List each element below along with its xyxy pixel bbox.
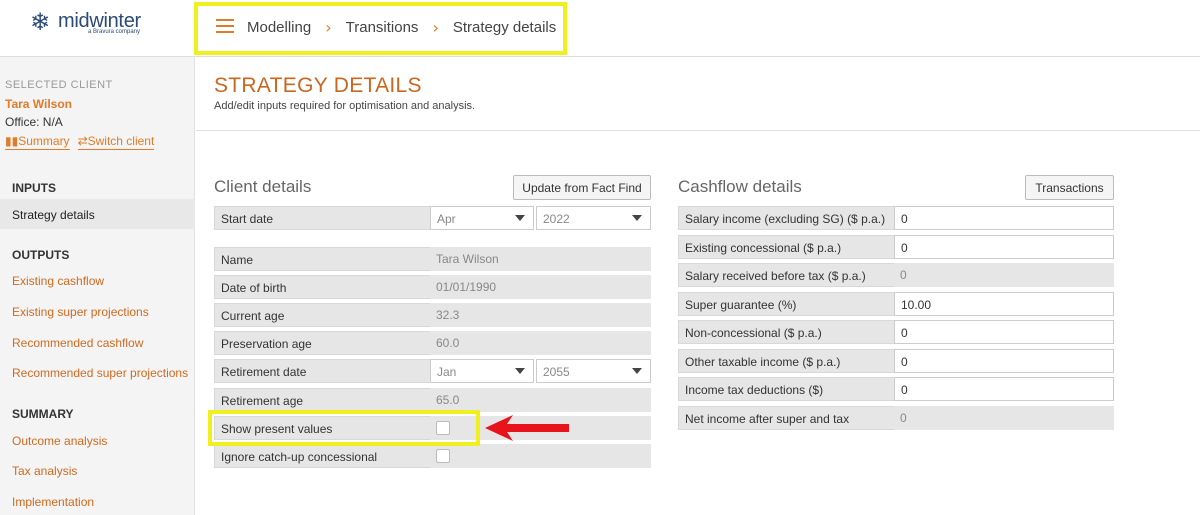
breadcrumb-strategy-details[interactable]: Strategy details — [453, 19, 556, 36]
retirement-date-month-select[interactable]: Jan — [430, 359, 534, 383]
retirement-age-value: 65.0 — [430, 388, 651, 412]
sidebar-item-implementation[interactable]: Implementation — [12, 495, 94, 509]
cashflow-row-label: Salary received before tax ($ p.a.) — [678, 263, 895, 287]
cashflow-row-input[interactable]: 0 — [894, 206, 1114, 230]
name-label: Name — [214, 247, 431, 271]
ignore-catchup-cell — [430, 444, 651, 468]
cashflow-row-label: Super guarantee (%) — [678, 292, 895, 316]
breadcrumb-modelling[interactable]: Modelling — [247, 19, 311, 36]
book-icon: ▮▮ — [5, 134, 19, 148]
cashflow-row-input[interactable]: 0 — [894, 349, 1114, 373]
breadcrumb-highlight: Modelling › Transitions › Strategy detai… — [194, 2, 567, 55]
sidebar: SELECTED CLIENT Tara Wilson Office: N/A … — [0, 57, 195, 515]
start-date-year-select[interactable]: 2022 — [536, 206, 651, 230]
app-header: ❄ midwinter a Bravura company Modelling … — [0, 0, 1200, 57]
inputs-heading: INPUTS — [12, 181, 57, 195]
cashflow-row-label: Existing concessional ($ p.a.) — [678, 235, 895, 259]
breadcrumb-transitions[interactable]: Transitions — [346, 19, 419, 36]
ignore-catchup-label: Ignore catch-up concessional — [214, 444, 431, 468]
outputs-heading: OUTPUTS — [12, 248, 70, 262]
name-value: Tara Wilson — [430, 247, 651, 271]
logo-tagline: a Bravura company — [88, 29, 141, 35]
sidebar-item-recommended-cashflow[interactable]: Recommended cashflow — [12, 336, 143, 350]
sidebar-item-existing-cashflow[interactable]: Existing cashflow — [12, 274, 104, 288]
client-office: Office: N/A — [5, 115, 63, 129]
cashflow-row-value: 0 — [894, 406, 1114, 430]
chevron-right-icon: › — [325, 18, 332, 37]
sidebar-item-tax-analysis[interactable]: Tax analysis — [12, 464, 77, 478]
client-name: Tara Wilson — [5, 97, 73, 111]
cashflow-row-label: Other taxable income ($ p.a.) — [678, 349, 895, 373]
cashflow-row-label: Income tax deductions ($) — [678, 377, 895, 401]
annotation-highlight-box — [208, 410, 480, 446]
current-age-label: Current age — [214, 303, 431, 327]
snowflake-icon: ❄ — [30, 8, 51, 36]
midwinter-logo[interactable]: ❄ midwinter a Bravura company — [30, 10, 170, 40]
cashflow-row-label: Non-concessional ($ p.a.) — [678, 320, 895, 344]
retirement-age-label: Retirement age — [214, 388, 431, 412]
transactions-button[interactable]: Transactions — [1025, 175, 1114, 200]
current-age-value: 32.3 — [430, 303, 651, 327]
cashflow-row-input[interactable]: 0 — [894, 235, 1114, 259]
retirement-date-year-select[interactable]: 2055 — [536, 359, 651, 383]
start-date-label: Start date — [214, 206, 431, 230]
hamburger-menu-icon[interactable] — [216, 19, 234, 33]
dob-value: 01/01/1990 — [430, 275, 651, 299]
update-from-fact-find-button[interactable]: Update from Fact Find — [513, 175, 651, 200]
retirement-year-value: 2055 — [543, 365, 570, 379]
cashflow-row-value: 0 — [894, 263, 1114, 287]
chevron-right-icon: › — [432, 18, 439, 37]
sidebar-item-strategy-details[interactable]: Strategy details — [0, 199, 195, 229]
client-details-heading: Client details — [214, 177, 312, 196]
summary-link-label: Summary — [18, 134, 70, 148]
breadcrumb: Modelling › Transitions › Strategy detai… — [247, 18, 556, 37]
start-date-month-value: Apr — [437, 212, 456, 226]
cashflow-row-label: Net income after super and tax — [678, 406, 895, 430]
summary-heading: SUMMARY — [12, 407, 74, 421]
preservation-age-label: Preservation age — [214, 331, 431, 355]
switch-client-label: Switch client — [87, 134, 155, 148]
start-date-year-value: 2022 — [543, 212, 570, 226]
summary-link[interactable]: ▮▮Summary — [5, 134, 70, 150]
page-title: STRATEGY DETAILS — [214, 74, 422, 97]
cashflow-row-input[interactable]: 0 — [894, 320, 1114, 344]
sidebar-item-existing-super-projections[interactable]: Existing super projections — [12, 305, 149, 319]
divider — [196, 130, 1200, 131]
cashflow-row-input[interactable]: 10.00 — [894, 292, 1114, 316]
retirement-month-value: Jan — [437, 365, 457, 379]
sidebar-item-outcome-analysis[interactable]: Outcome analysis — [12, 434, 107, 448]
page-subtitle: Add/edit inputs required for optimisatio… — [214, 100, 476, 112]
start-date-month-select[interactable]: Apr — [430, 206, 534, 230]
sidebar-item-recommended-super-projections[interactable]: Recommended super projections — [12, 366, 188, 380]
annotation-arrow-icon — [485, 415, 569, 441]
preservation-age-value: 60.0 — [430, 331, 651, 355]
caret-down-icon — [515, 368, 525, 374]
dob-label: Date of birth — [214, 275, 431, 299]
cashflow-row-label: Salary income (excluding SG) ($ p.a.) — [678, 206, 895, 230]
cashflow-row-input[interactable]: 0 — [894, 377, 1114, 401]
cashflow-details-heading: Cashflow details — [678, 177, 802, 196]
caret-down-icon — [632, 368, 642, 374]
retirement-date-label: Retirement date — [214, 359, 431, 383]
ignore-catchup-checkbox[interactable] — [436, 449, 450, 463]
client-links: ▮▮Summary ⇄Switch client — [5, 134, 155, 150]
selected-client-label: SELECTED CLIENT — [5, 79, 113, 91]
swap-icon: ⇄ — [77, 134, 88, 148]
switch-client-link[interactable]: ⇄Switch client — [77, 134, 155, 150]
caret-down-icon — [515, 215, 525, 221]
caret-down-icon — [632, 215, 642, 221]
